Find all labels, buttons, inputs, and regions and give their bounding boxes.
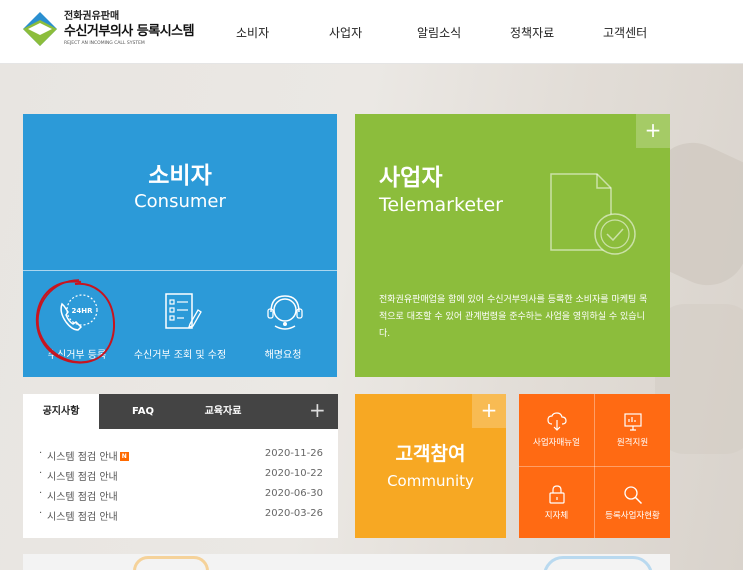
consumer-title: 소비자 [148, 163, 212, 189]
manual-link[interactable]: 사업자매뉴얼 [519, 394, 594, 466]
logo-title: 수신거부의사 등록시스템 [64, 24, 195, 39]
nav-consumer[interactable]: 소비자 [236, 24, 269, 41]
lock-icon [549, 485, 565, 504]
cloud-download-icon [547, 412, 567, 431]
logo-icon[interactable] [23, 12, 57, 46]
remote-support-label: 원격지원 [616, 438, 649, 448]
notice-title: 시스템 점검 안내 [47, 492, 118, 503]
logo-text[interactable]: 전화권유판매 수신거부의사 등록시스템 REJECT AN INCOMING C… [64, 11, 195, 48]
community-more-button[interactable]: + [472, 394, 506, 428]
registered-business-link[interactable]: 등록사업자현황 [595, 467, 670, 539]
monitor-icon [624, 413, 642, 431]
query-modify-label: 수신거부 조회 및 수정 [133, 350, 227, 361]
explanation-request-button[interactable]: 해명요청 [233, 284, 333, 374]
quick-links-panel: 사업자매뉴얼 원격지원 지자체 등록사업자현황 [519, 394, 670, 538]
checklist-edit-icon [165, 293, 202, 329]
notice-date: 2020-06-30 [264, 488, 323, 499]
consumer-divider [23, 270, 337, 271]
registered-business-label: 등록사업자현황 [605, 511, 660, 521]
notice-date: 2020-11-26 [264, 448, 323, 459]
nav-business[interactable]: 사업자 [329, 24, 362, 41]
site-header: 전화권유판매 수신거부의사 등록시스템 REJECT AN INCOMING C… [0, 0, 743, 64]
notice-row[interactable]: · 시스템 점검 안내 N 2020-11-26 [39, 448, 323, 464]
local-gov-link[interactable]: 지자체 [519, 467, 594, 539]
remote-support-link[interactable]: 원격지원 [595, 394, 670, 466]
decorative-shape [133, 556, 209, 570]
tab-notice[interactable]: 공지사항 [23, 394, 99, 429]
business-more-button[interactable]: + [636, 114, 670, 148]
headset-agent-icon [267, 295, 303, 330]
annotation-circle [35, 279, 115, 364]
tab-education[interactable]: 교육자료 [183, 394, 263, 429]
notice-date: 2020-10-22 [264, 468, 323, 479]
business-card[interactable]: + 사업자 Telemarketer 전화권유판매업을 함에 있어 수신거부의사… [355, 114, 670, 377]
logo-subtitle: 전화권유판매 [64, 11, 120, 22]
consumer-card: 소비자 Consumer 24HR 수신거부 등록 수신거부 조회 및 수정 해… [23, 114, 337, 377]
consumer-subtitle: Consumer [134, 191, 226, 212]
new-badge: N [119, 452, 129, 461]
manual-label: 사업자매뉴얼 [533, 438, 580, 448]
query-modify-button[interactable]: 수신거부 조회 및 수정 [130, 284, 230, 374]
business-description: 전화권유판매업을 함에 있어 수신거부의사를 등록한 소비자를 마케팅 목적으로… [379, 295, 648, 339]
notice-title: 시스템 점검 안내 [47, 472, 118, 483]
notice-title: 시스템 점검 안내 [47, 512, 118, 523]
notice-title: 시스템 점검 안내 [47, 452, 118, 463]
community-subtitle: Community [387, 472, 474, 490]
bottom-banner [23, 554, 670, 570]
document-check-icon [550, 173, 636, 255]
business-title: 사업자 [379, 165, 443, 191]
plus-icon: + [644, 118, 662, 142]
notice-date: 2020-03-26 [264, 508, 323, 519]
community-title: 고객참여 [395, 443, 466, 465]
notice-tabs: 공지사항 FAQ 교육자료 + [23, 394, 338, 429]
notice-row[interactable]: · 시스템 점검 안내 2020-06-30 [39, 488, 323, 504]
nav-policy[interactable]: 정책자료 [510, 24, 554, 41]
plus-icon: + [480, 398, 498, 422]
local-gov-label: 지자체 [544, 511, 569, 521]
notice-more-button[interactable]: + [309, 398, 326, 422]
business-subtitle: Telemarketer [379, 194, 503, 216]
notice-row[interactable]: · 시스템 점검 안내 2020-03-26 [39, 508, 323, 524]
decorative-shape [543, 556, 653, 570]
nav-support[interactable]: 고객센터 [603, 24, 647, 41]
notice-row[interactable]: · 시스템 점검 안내 2020-10-22 [39, 468, 323, 484]
explanation-request-label: 해명요청 [264, 350, 302, 361]
nav-news[interactable]: 알림소식 [417, 24, 461, 41]
search-icon [624, 486, 643, 505]
tab-faq[interactable]: FAQ [103, 394, 183, 429]
logo-english: REJECT AN INCOMING CALL SYSTEM [64, 41, 145, 46]
community-card[interactable]: + 고객참여 Community [355, 394, 506, 538]
notice-panel: 공지사항 FAQ 교육자료 + · 시스템 점검 안내 N 2020-11-26 … [23, 394, 338, 538]
